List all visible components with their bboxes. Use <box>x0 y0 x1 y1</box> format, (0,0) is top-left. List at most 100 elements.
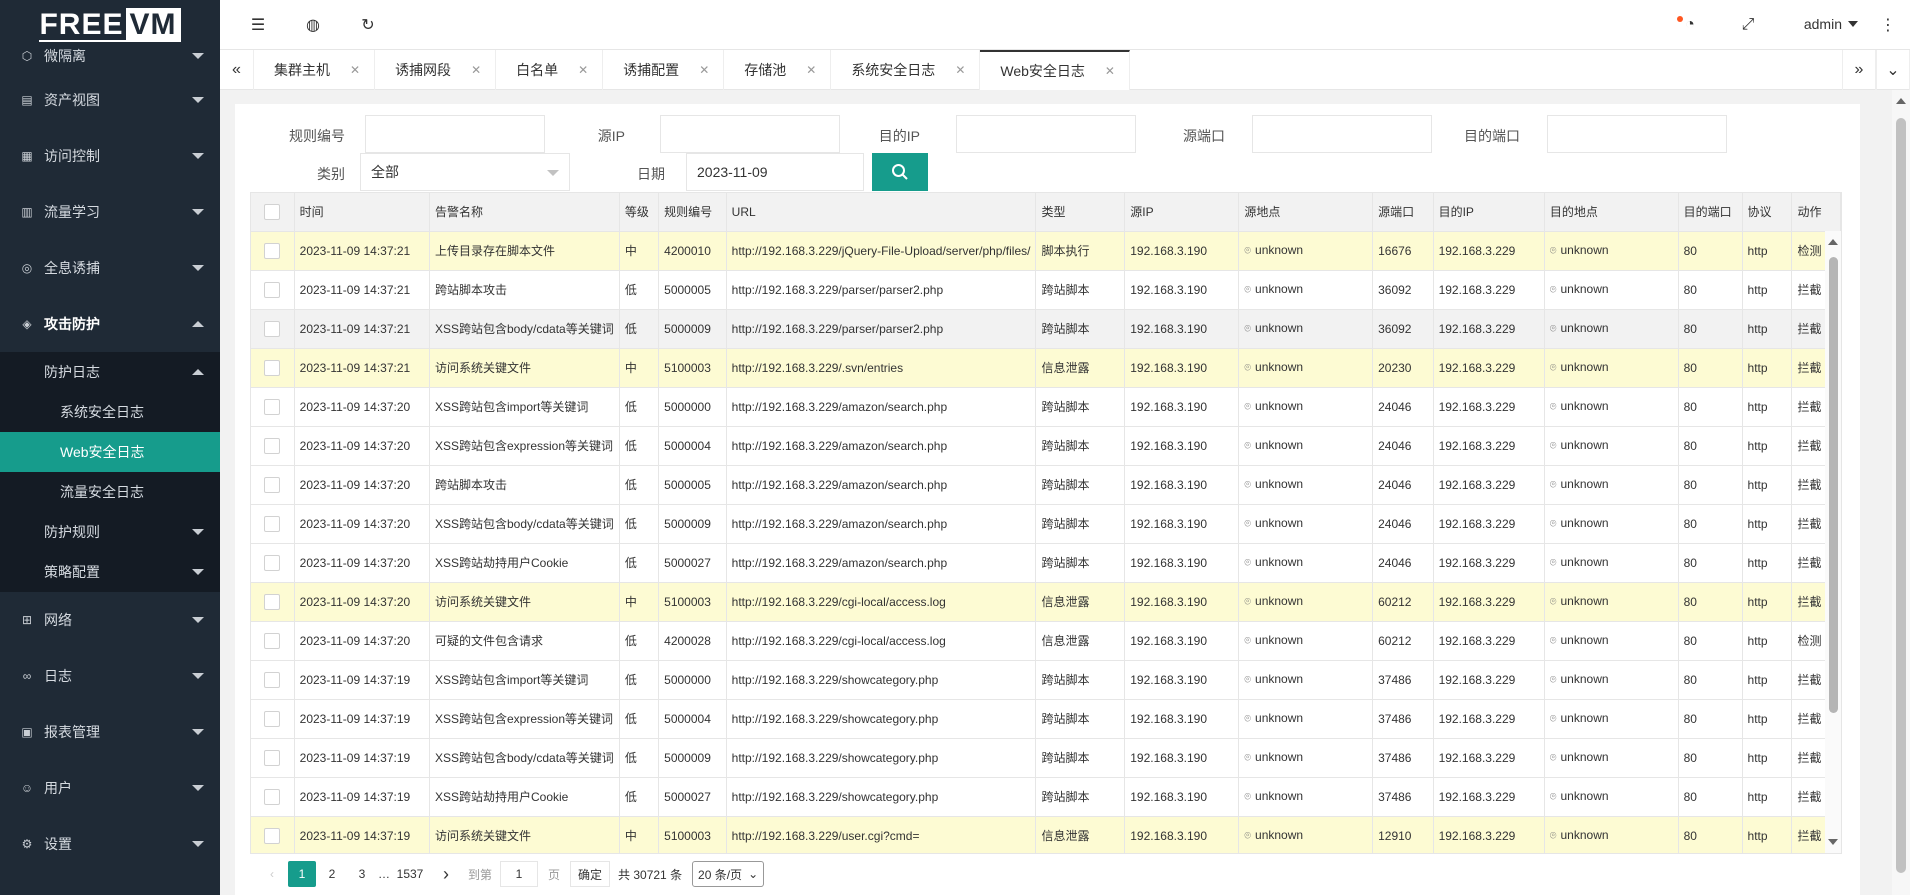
page-scroll-thumb[interactable] <box>1896 118 1906 873</box>
sidebar-item-users[interactable]: ☺ 用户 <box>0 760 220 816</box>
close-icon[interactable]: ✕ <box>806 63 816 77</box>
row-checkbox[interactable] <box>251 270 295 310</box>
page-3[interactable]: 3 <box>348 861 376 887</box>
prev-page-icon[interactable]: ‹ <box>258 861 286 887</box>
col-protocol[interactable]: 协议 <box>1742 193 1793 232</box>
col-dst-port[interactable]: 目的端口 <box>1678 193 1743 232</box>
table-row[interactable]: 2023-11-09 14:37:20 XSS跨站包含import等关键词低 500… <box>251 387 1841 427</box>
row-checkbox[interactable] <box>251 660 295 700</box>
tab-cluster-host[interactable]: 集群主机 ✕ <box>254 50 376 90</box>
sidebar-item-system-log[interactable]: 系统安全日志 <box>0 392 220 432</box>
theme-icon[interactable]: ◔ <box>1680 15 1700 35</box>
tab-web-log[interactable]: Web安全日志 ✕ <box>980 50 1130 90</box>
search-button[interactable] <box>872 153 928 191</box>
sidebar-item-traffic[interactable]: ▥ 流量学习 <box>0 184 220 240</box>
row-checkbox[interactable] <box>251 309 295 349</box>
tab-menu-icon[interactable]: ⌄ <box>1876 50 1910 90</box>
category-select[interactable]: 全部 <box>360 153 570 191</box>
more-icon[interactable]: ⋮ <box>1878 15 1898 35</box>
src-ip-input[interactable] <box>660 115 840 153</box>
sidebar-item-microseg[interactable]: ⬡ 微隔离 <box>0 40 220 72</box>
row-checkbox[interactable] <box>251 582 295 622</box>
row-checkbox[interactable] <box>251 621 295 661</box>
scroll-down-icon[interactable] <box>1828 839 1838 845</box>
table-scroll-thumb[interactable] <box>1829 257 1838 713</box>
sidebar-item-settings[interactable]: ⚙ 设置 <box>0 816 220 872</box>
col-src-location[interactable]: 源地点 <box>1238 193 1374 232</box>
tab-storage-pool[interactable]: 存储池 ✕ <box>724 50 832 90</box>
refresh-icon[interactable]: ↻ <box>358 15 378 35</box>
col-dst-ip[interactable]: 目的IP <box>1433 193 1545 232</box>
menu-toggle-icon[interactable]: ☰ <box>248 15 268 35</box>
close-icon[interactable]: ✕ <box>350 63 360 77</box>
table-row[interactable]: 2023-11-09 14:37:19 XSS跨站包含body/cdata等关键词… <box>251 738 1841 778</box>
row-checkbox[interactable] <box>251 465 295 505</box>
sidebar-item-protect-rules[interactable]: 防护规则 <box>0 512 220 552</box>
table-row[interactable]: 2023-11-09 14:37:21 XSS跨站包含body/cdata等关键词… <box>251 309 1841 349</box>
row-checkbox[interactable] <box>251 348 295 388</box>
row-checkbox[interactable] <box>251 699 295 739</box>
scroll-up-icon[interactable] <box>1896 98 1906 104</box>
rule-no-input[interactable] <box>365 115 545 153</box>
select-all-checkbox[interactable] <box>251 193 295 232</box>
scroll-up-icon[interactable] <box>1828 239 1838 245</box>
page-scrollbar[interactable] <box>1892 90 1910 895</box>
dst-port-input[interactable] <box>1547 115 1727 153</box>
next-page-icon[interactable]: › <box>432 861 460 887</box>
close-icon[interactable]: ✕ <box>471 63 481 77</box>
close-icon[interactable]: ✕ <box>699 63 709 77</box>
sidebar-item-policy[interactable]: 策略配置 <box>0 552 220 592</box>
col-type[interactable]: 类型 <box>1035 193 1126 232</box>
row-checkbox[interactable] <box>251 387 295 427</box>
sidebar-item-attack[interactable]: ◈ 攻击防护 <box>0 296 220 352</box>
close-icon[interactable]: ✕ <box>578 63 588 77</box>
dst-ip-input[interactable] <box>956 115 1136 153</box>
sidebar-item-traffic-log[interactable]: 流量安全日志 <box>0 472 220 512</box>
close-icon[interactable]: ✕ <box>955 63 965 77</box>
page-2[interactable]: 2 <box>318 861 346 887</box>
page-1[interactable]: 1 <box>288 861 316 887</box>
tab-system-log[interactable]: 系统安全日志 ✕ <box>831 50 981 90</box>
sidebar-item-logs[interactable]: ∞ 日志 <box>0 648 220 704</box>
date-input[interactable]: 2023-11-09 <box>686 153 864 191</box>
page-last[interactable]: 1537 <box>396 861 424 887</box>
tab-trap-segment[interactable]: 诱捕网段 ✕ <box>375 50 497 90</box>
col-dst-location[interactable]: 目的地点 <box>1544 193 1679 232</box>
col-level[interactable]: 等级 <box>619 193 660 232</box>
table-row[interactable]: 2023-11-09 14:37:19 XSS跨站包含import等关键词低 500… <box>251 660 1841 700</box>
row-checkbox[interactable] <box>251 777 295 817</box>
col-src-port[interactable]: 源端口 <box>1372 193 1434 232</box>
table-row[interactable]: 2023-11-09 14:37:20 跨站脚本攻击低 5000005 http://… <box>251 465 1841 505</box>
goto-page-input[interactable]: 1 <box>500 861 539 887</box>
tab-prev-icon[interactable]: « <box>220 50 254 90</box>
src-port-input[interactable] <box>1252 115 1432 153</box>
sidebar-item-protect-log[interactable]: 防护日志 <box>0 352 220 392</box>
row-checkbox[interactable] <box>251 816 295 853</box>
tab-trap-config[interactable]: 诱捕配置 ✕ <box>603 50 725 90</box>
row-checkbox[interactable] <box>251 738 295 778</box>
table-row[interactable]: 2023-11-09 14:37:19 访问系统关键文件中 5100003 http:… <box>251 816 1841 853</box>
table-row[interactable]: 2023-11-09 14:37:19 XSS跨站包含expression等关键词… <box>251 699 1841 739</box>
tab-next-icon[interactable]: » <box>1842 50 1876 90</box>
table-row[interactable]: 2023-11-09 14:37:19 XSS跨站劫持用户Cookie 低 50000… <box>251 777 1841 817</box>
col-alert-name[interactable]: 告警名称 <box>429 193 620 232</box>
table-row[interactable]: 2023-11-09 14:37:20 XSS跨站包含body/cdata等关键词… <box>251 504 1841 544</box>
row-checkbox[interactable] <box>251 231 295 271</box>
col-rule-no[interactable]: 规则编号 <box>658 193 727 232</box>
col-action[interactable]: 动作 <box>1791 193 1841 232</box>
table-row[interactable]: 2023-11-09 14:37:20 XSS跨站劫持用户Cookie 低 50000… <box>251 543 1841 583</box>
col-time[interactable]: 时间 <box>294 193 430 232</box>
table-row[interactable]: 2023-11-09 14:37:21 访问系统关键文件中 5100003 http:… <box>251 348 1841 388</box>
sidebar-item-reports[interactable]: ▣ 报表管理 <box>0 704 220 760</box>
table-row[interactable]: 2023-11-09 14:37:20 访问系统关键文件中 5100003 http:… <box>251 582 1841 622</box>
table-row[interactable]: 2023-11-09 14:37:20 XSS跨站包含expression等关键词… <box>251 426 1841 466</box>
row-checkbox[interactable] <box>251 504 295 544</box>
table-row[interactable]: 2023-11-09 14:37:21 上传目录存在脚本文件中 4200010 htt… <box>251 231 1841 271</box>
per-page-select[interactable]: 20 条/页 ⌄ <box>692 861 765 887</box>
table-scrollbar[interactable] <box>1825 231 1841 853</box>
confirm-button[interactable]: 确定 <box>570 861 611 887</box>
sidebar-item-access[interactable]: ▦ 访问控制 <box>0 128 220 184</box>
row-checkbox[interactable] <box>251 426 295 466</box>
fullscreen-icon[interactable]: ⤢ <box>1738 15 1758 35</box>
table-row[interactable]: 2023-11-09 14:37:21 跨站脚本攻击低 5000005 http://… <box>251 270 1841 310</box>
